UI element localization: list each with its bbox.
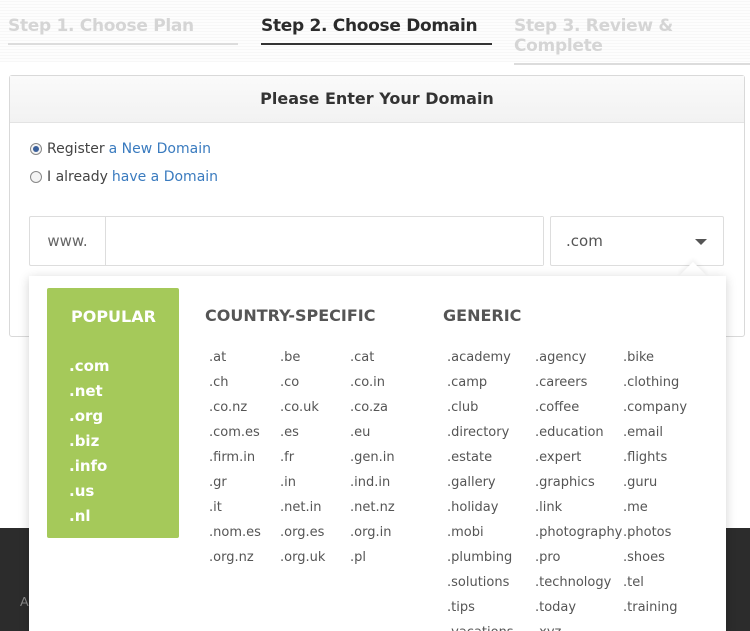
tld-dropdown: POPULAR .com .net .org .biz .info .us .nl COUN… bbox=[29, 276, 726, 631]
country-tld-option[interactable]: .org.es bbox=[280, 525, 324, 540]
popular-tld-option[interactable]: .net bbox=[69, 382, 103, 400]
country-tld-option[interactable]: .pl bbox=[350, 550, 366, 565]
country-tld-option[interactable]: .co.nz bbox=[209, 400, 247, 415]
country-specific-title: COUNTRY-SPECIFIC bbox=[205, 306, 376, 325]
generic-tld-option[interactable]: .camp bbox=[447, 375, 487, 390]
country-tld-option[interactable]: .cat bbox=[350, 350, 374, 365]
generic-tld-option[interactable]: .guru bbox=[623, 475, 657, 490]
country-tld-option[interactable]: .es bbox=[280, 425, 299, 440]
radio-register-label: Register bbox=[47, 141, 105, 157]
new-domain-link[interactable]: a New Domain bbox=[109, 141, 211, 157]
generic-tld-option[interactable]: .technology bbox=[535, 575, 611, 590]
popular-tld-option[interactable]: .org bbox=[69, 407, 103, 425]
domain-input-group: www. bbox=[29, 216, 544, 266]
have-domain-link[interactable]: have a Domain bbox=[112, 169, 218, 185]
generic-tld-option[interactable]: .agency bbox=[535, 350, 586, 365]
step-choose-plan[interactable]: Step 1. Choose Plan bbox=[8, 16, 238, 45]
country-tld-option[interactable]: .co.za bbox=[350, 400, 388, 415]
country-tld-option[interactable]: .co.uk bbox=[280, 400, 319, 415]
popular-title: POPULAR bbox=[71, 307, 156, 326]
popular-tld-option[interactable]: .nl bbox=[69, 507, 91, 525]
panel-title: Please Enter Your Domain bbox=[10, 76, 744, 123]
tld-selected-value: .com bbox=[566, 232, 603, 250]
www-prefix: www. bbox=[30, 217, 106, 265]
country-tld-option[interactable]: .ch bbox=[209, 375, 229, 390]
generic-tld-option[interactable]: .company bbox=[623, 400, 687, 415]
generic-tld-option[interactable]: .me bbox=[623, 500, 648, 515]
country-tld-option[interactable]: .in bbox=[280, 475, 296, 490]
generic-tld-option[interactable]: .training bbox=[623, 600, 678, 615]
country-tld-option[interactable]: .org.in bbox=[350, 525, 391, 540]
country-tld-option[interactable]: .org.uk bbox=[280, 550, 325, 565]
generic-tld-option[interactable]: .pro bbox=[535, 550, 560, 565]
generic-tld-option[interactable]: .holiday bbox=[447, 500, 498, 515]
generic-tld-option[interactable]: .plumbing bbox=[447, 550, 512, 565]
generic-tld-option[interactable]: .bike bbox=[623, 350, 654, 365]
generic-tld-option[interactable]: .careers bbox=[535, 375, 587, 390]
country-tld-option[interactable]: .ind.in bbox=[350, 475, 390, 490]
radio-existing-domain[interactable] bbox=[30, 171, 42, 183]
generic-tld-option[interactable]: .solutions bbox=[447, 575, 509, 590]
generic-tld-option[interactable]: .estate bbox=[447, 450, 492, 465]
generic-tld-option[interactable]: .today bbox=[535, 600, 576, 615]
country-tld-option[interactable]: .com.es bbox=[209, 425, 260, 440]
generic-tld-option[interactable]: .mobi bbox=[447, 525, 484, 540]
popular-tld-option[interactable]: .us bbox=[69, 482, 94, 500]
radio-existing-label: I already bbox=[47, 169, 108, 185]
generic-title: GENERIC bbox=[443, 306, 522, 325]
popular-tld-option[interactable]: .com bbox=[69, 357, 110, 375]
generic-tld-option[interactable]: .clothing bbox=[623, 375, 679, 390]
generic-tld-option[interactable]: .education bbox=[535, 425, 604, 440]
generic-tld-option[interactable]: .coffee bbox=[535, 400, 579, 415]
popular-tld-option[interactable]: .biz bbox=[69, 432, 99, 450]
country-tld-option[interactable]: .co.in bbox=[350, 375, 385, 390]
country-tld-option[interactable]: .org.nz bbox=[209, 550, 254, 565]
generic-tld-option[interactable]: .email bbox=[623, 425, 663, 440]
register-new-domain-option[interactable]: Register a New Domain bbox=[30, 141, 211, 157]
step-review-complete[interactable]: Step 3. Review & Complete bbox=[514, 16, 750, 65]
domain-name-input[interactable] bbox=[106, 217, 543, 265]
radio-register-new[interactable] bbox=[30, 143, 42, 155]
generic-tld-option[interactable]: .gallery bbox=[447, 475, 496, 490]
steps-bar: Step 1. Choose Plan Step 2. Choose Domai… bbox=[0, 0, 750, 65]
country-tld-option[interactable]: .fr bbox=[280, 450, 294, 465]
popular-box: POPULAR .com .net .org .biz .info .us .nl bbox=[47, 288, 179, 538]
country-tld-option[interactable]: .net.in bbox=[280, 500, 321, 515]
step-choose-domain[interactable]: Step 2. Choose Domain bbox=[261, 16, 492, 45]
country-tld-option[interactable]: .gen.in bbox=[350, 450, 395, 465]
generic-tld-option[interactable]: .academy bbox=[447, 350, 511, 365]
generic-tld-option[interactable]: .link bbox=[535, 500, 562, 515]
existing-domain-option[interactable]: I already have a Domain bbox=[30, 169, 218, 185]
footer-text-fragment: A bbox=[20, 594, 29, 609]
generic-tld-option[interactable]: .photography bbox=[535, 525, 622, 540]
generic-tld-option[interactable]: .directory bbox=[447, 425, 509, 440]
generic-tld-option[interactable]: .shoes bbox=[623, 550, 665, 565]
generic-tld-option[interactable]: .expert bbox=[535, 450, 581, 465]
country-tld-option[interactable]: .firm.in bbox=[209, 450, 255, 465]
country-tld-option[interactable]: .gr bbox=[209, 475, 227, 490]
popular-tld-option[interactable]: .info bbox=[69, 457, 107, 475]
country-tld-option[interactable]: .eu bbox=[350, 425, 370, 440]
country-tld-option[interactable]: .co bbox=[280, 375, 299, 390]
country-tld-option[interactable]: .nom.es bbox=[209, 525, 261, 540]
tld-select[interactable]: .com bbox=[550, 216, 724, 266]
generic-tld-option[interactable]: .flights bbox=[623, 450, 667, 465]
generic-tld-option[interactable]: .photos bbox=[623, 525, 671, 540]
chevron-down-icon bbox=[695, 239, 707, 245]
country-tld-option[interactable]: .it bbox=[209, 500, 222, 515]
country-tld-option[interactable]: .at bbox=[209, 350, 226, 365]
country-tld-option[interactable]: .net.nz bbox=[350, 500, 395, 515]
generic-tld-option[interactable]: .club bbox=[447, 400, 478, 415]
generic-tld-option[interactable]: .tips bbox=[447, 600, 475, 615]
generic-tld-option[interactable]: .graphics bbox=[535, 475, 595, 490]
generic-tld-option[interactable]: .xyz bbox=[535, 625, 561, 631]
generic-tld-option[interactable]: .vacations bbox=[447, 625, 514, 631]
generic-tld-option[interactable]: .tel bbox=[623, 575, 644, 590]
country-tld-option[interactable]: .be bbox=[280, 350, 300, 365]
